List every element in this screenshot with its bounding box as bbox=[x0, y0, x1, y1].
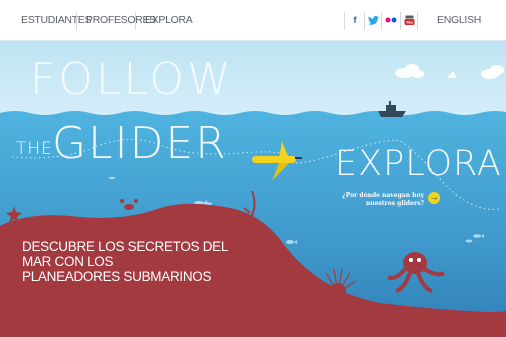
nav-divider bbox=[417, 12, 418, 30]
hero-title-the: THE bbox=[16, 139, 53, 159]
youtube-icon[interactable]: You bbox=[403, 14, 415, 26]
hero-illustration: FOLLOW THE GLIDER DESCUBRE LOS SECRETOS … bbox=[0, 41, 506, 337]
nav-divider bbox=[344, 12, 345, 30]
language-switch-english[interactable]: ENGLISH bbox=[437, 14, 481, 26]
nav-divider bbox=[400, 12, 401, 30]
nav-divider bbox=[76, 12, 77, 30]
hero-headline-line: MAR CON LOS bbox=[22, 254, 114, 269]
page-frame: ESTUDIANTES PROFESORES EXPLORA f You ENG… bbox=[0, 0, 506, 337]
nav-link-estudiantes[interactable]: ESTUDIANTES bbox=[21, 14, 92, 26]
facebook-icon[interactable]: f bbox=[349, 14, 361, 26]
explora-cta-title[interactable]: EXPLORA bbox=[335, 145, 502, 183]
explora-cta-question-line: nuestros gliders? bbox=[365, 200, 424, 207]
nav-link-explora[interactable]: EXPLORA bbox=[145, 14, 193, 26]
nav-divider bbox=[135, 12, 136, 30]
arrow-right-icon[interactable]: → bbox=[428, 192, 440, 204]
hero-title-glider: GLIDER bbox=[52, 118, 228, 169]
explora-cta-question[interactable]: ¿Por dónde navegan hoy nuestros gliders? bbox=[320, 192, 424, 208]
hero-headline-line: DESCUBRE LOS SECRETOS DEL bbox=[22, 239, 229, 254]
twitter-icon[interactable] bbox=[367, 14, 379, 26]
hero-headline-line: PLANEADORES SUBMARINOS bbox=[22, 269, 212, 284]
explora-cta-question-line: ¿Por dónde navegan hoy bbox=[342, 192, 424, 199]
nav-divider bbox=[381, 12, 382, 30]
svg-text:You: You bbox=[404, 20, 413, 24]
top-navbar: ESTUDIANTES PROFESORES EXPLORA f You ENG… bbox=[0, 0, 506, 41]
hero-headline: DESCUBRE LOS SECRETOS DEL MAR CON LOS PL… bbox=[22, 239, 228, 284]
nav-divider bbox=[364, 12, 365, 30]
flickr-icon[interactable] bbox=[385, 14, 397, 26]
hero-title-follow: FOLLOW bbox=[30, 54, 234, 105]
